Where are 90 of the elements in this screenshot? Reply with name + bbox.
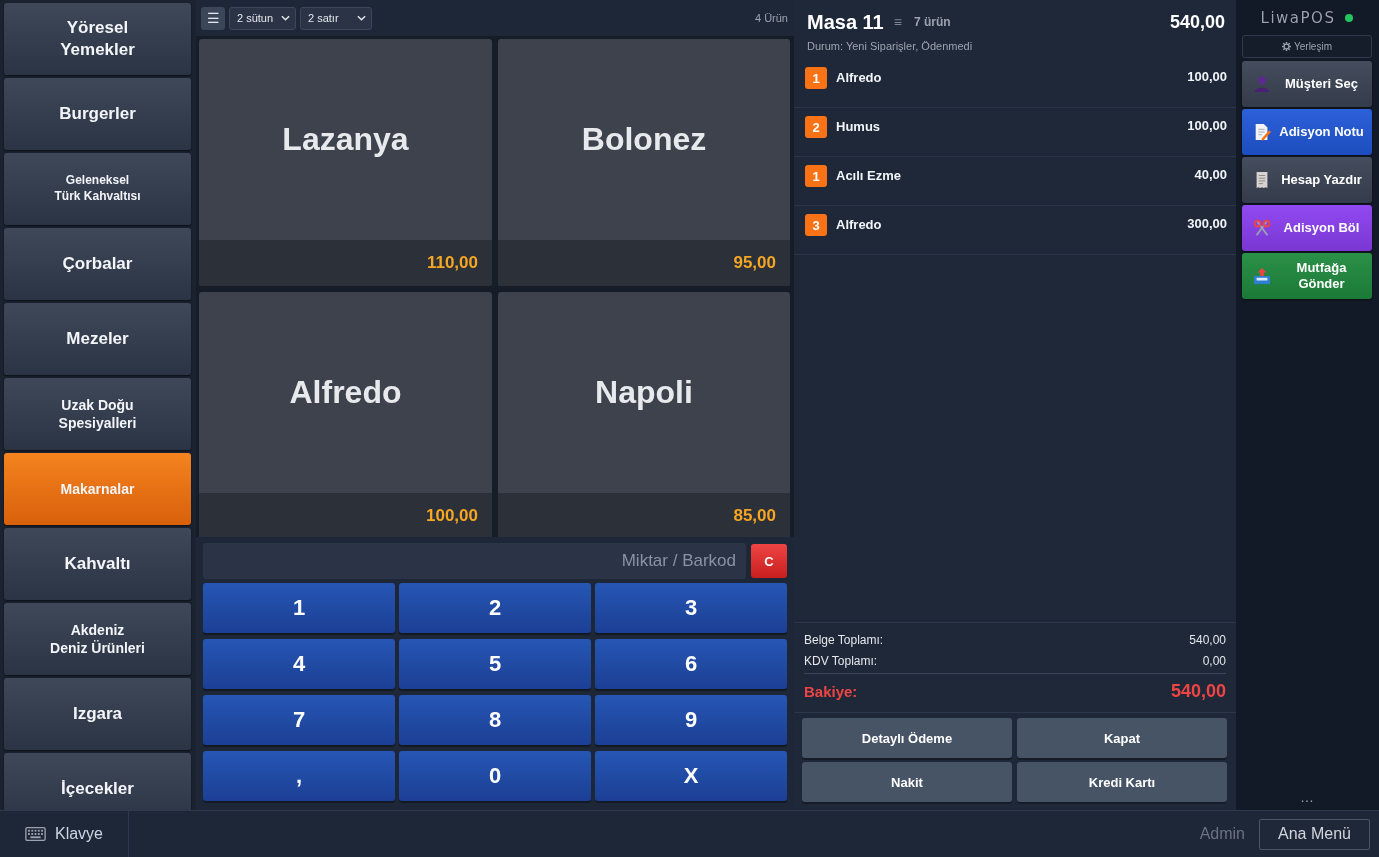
more-icon[interactable]: … — [1300, 786, 1314, 808]
chevron-down-icon — [357, 15, 366, 21]
category-button[interactable]: İçecekler — [4, 753, 191, 810]
order-status: Durum: Yeni Siparişler, Ödenmedi — [807, 39, 974, 53]
main-menu-button[interactable]: Ana Menü — [1259, 818, 1370, 850]
action-button[interactable]: Adisyon Notu — [1242, 109, 1372, 155]
quantity-badge: 2 — [805, 116, 827, 138]
keypad-key[interactable]: 9 — [595, 695, 787, 745]
keypad-key[interactable]: 3 — [595, 583, 787, 633]
item-price: 40,00 — [1194, 166, 1227, 184]
menu-button[interactable]: ☰ — [201, 6, 225, 30]
item-price: 100,00 — [1187, 117, 1227, 135]
product-name: Bolonez — [581, 121, 707, 158]
item-name: Acılı Ezme — [836, 167, 902, 185]
quantity-badge: 1 — [805, 67, 827, 89]
keypad-key[interactable]: 1 — [203, 583, 395, 633]
order-total: 540,00 — [1169, 11, 1225, 33]
action-button[interactable]: Mutfağa Gönder — [1242, 253, 1372, 299]
category-button[interactable]: Kahvaltı — [4, 528, 191, 600]
table-title: Masa 11 — [807, 10, 884, 34]
item-name: Alfredo — [836, 69, 882, 87]
category-button[interactable]: Akdeniz Deniz Ürünleri — [4, 603, 191, 675]
payment-button[interactable]: Kapat — [1017, 718, 1227, 758]
item-count: 7 ürün — [913, 15, 951, 29]
user-name: Admin — [1199, 825, 1245, 843]
clear-button[interactable]: C — [751, 544, 787, 578]
action-button[interactable]: Hesap Yazdır — [1242, 157, 1372, 203]
balance-value: 540,00 — [1170, 680, 1226, 702]
quantity-badge: 3 — [805, 214, 827, 236]
gear-icon — [1282, 42, 1291, 51]
order-item-row[interactable]: 1 Alfredo 100,00 — [794, 59, 1236, 108]
product-count: 4 Ürün — [754, 12, 788, 24]
scissors-icon — [1253, 219, 1271, 237]
item-price: 100,00 — [1187, 68, 1227, 86]
balance-label: Bakiye: — [804, 682, 858, 700]
keypad-key[interactable]: 0 — [399, 751, 591, 801]
product-tile[interactable]: Lazanya 110,00 — [199, 39, 492, 286]
keypad-key[interactable]: 6 — [595, 639, 787, 689]
keyboard-icon — [25, 827, 46, 841]
summary-value: 0,00 — [1202, 653, 1226, 670]
order-item-row[interactable]: 3 Alfredo 300,00 — [794, 206, 1236, 255]
payment-button[interactable]: Detaylı Ödeme — [802, 718, 1012, 758]
order-item-row[interactable]: 1 Acılı Ezme 40,00 — [794, 157, 1236, 206]
item-price: 300,00 — [1187, 215, 1227, 233]
chevron-down-icon — [281, 15, 290, 21]
document-pencil-icon — [1253, 123, 1271, 141]
keypad-key[interactable]: 8 — [399, 695, 591, 745]
product-tile[interactable]: Napoli 85,00 — [498, 292, 790, 537]
category-button[interactable]: Izgara — [4, 678, 191, 750]
category-button[interactable]: Mezeler — [4, 303, 191, 375]
product-name: Alfredo — [289, 374, 402, 411]
item-name: Humus — [836, 118, 881, 136]
keypad-key[interactable]: 7 — [203, 695, 395, 745]
list-icon[interactable]: ≡ — [893, 14, 902, 30]
row-select[interactable]: 2 satır — [300, 6, 372, 30]
category-button[interactable]: Yöresel Yemekler — [4, 3, 191, 75]
column-select[interactable]: 2 sütun — [229, 6, 296, 30]
quantity-barcode-field[interactable]: Miktar / Barkod — [203, 543, 746, 579]
product-price: 95,00 — [733, 253, 776, 273]
product-price: 100,00 — [426, 506, 478, 526]
category-button[interactable]: Geleneksel Türk Kahvaltısı — [4, 153, 191, 225]
product-price: 85,00 — [733, 506, 776, 526]
action-button[interactable]: Müşteri Seç — [1242, 61, 1372, 107]
keyboard-button[interactable]: Klavye — [0, 811, 129, 857]
category-button[interactable]: Çorbalar — [4, 228, 191, 300]
summary-label: Belge Toplamı: — [804, 632, 884, 649]
app-logo: LiwaPOS — [1260, 8, 1336, 27]
payment-button[interactable]: Nakit — [802, 762, 1012, 802]
keypad-key[interactable]: 2 — [399, 583, 591, 633]
quantity-badge: 1 — [805, 165, 827, 187]
tray-upload-icon — [1253, 267, 1271, 285]
action-button[interactable]: Adisyon Böl — [1242, 205, 1372, 251]
keypad-key[interactable]: , — [203, 751, 395, 801]
product-price: 110,00 — [426, 253, 478, 273]
order-item-row[interactable]: 2 Humus 100,00 — [794, 108, 1236, 157]
product-tile[interactable]: Alfredo 100,00 — [199, 292, 492, 537]
product-name: Napoli — [595, 374, 693, 411]
payment-button[interactable]: Kredi Kartı — [1017, 762, 1227, 802]
keypad-key[interactable]: 5 — [399, 639, 591, 689]
summary-label: KDV Toplamı: — [804, 653, 878, 670]
person-icon — [1253, 75, 1271, 93]
product-tile[interactable]: Bolonez 95,00 — [498, 39, 790, 286]
category-button[interactable]: Burgerler — [4, 78, 191, 150]
product-name: Lazanya — [282, 121, 409, 158]
summary-value: 540,00 — [1189, 632, 1226, 649]
item-name: Alfredo — [836, 216, 882, 234]
keypad-key[interactable]: 4 — [203, 639, 395, 689]
layout-button[interactable]: Yerleşim — [1242, 35, 1372, 58]
category-button[interactable]: Uzak Doğu Spesiyalleri — [4, 378, 191, 450]
keypad-key[interactable]: X — [595, 751, 787, 801]
